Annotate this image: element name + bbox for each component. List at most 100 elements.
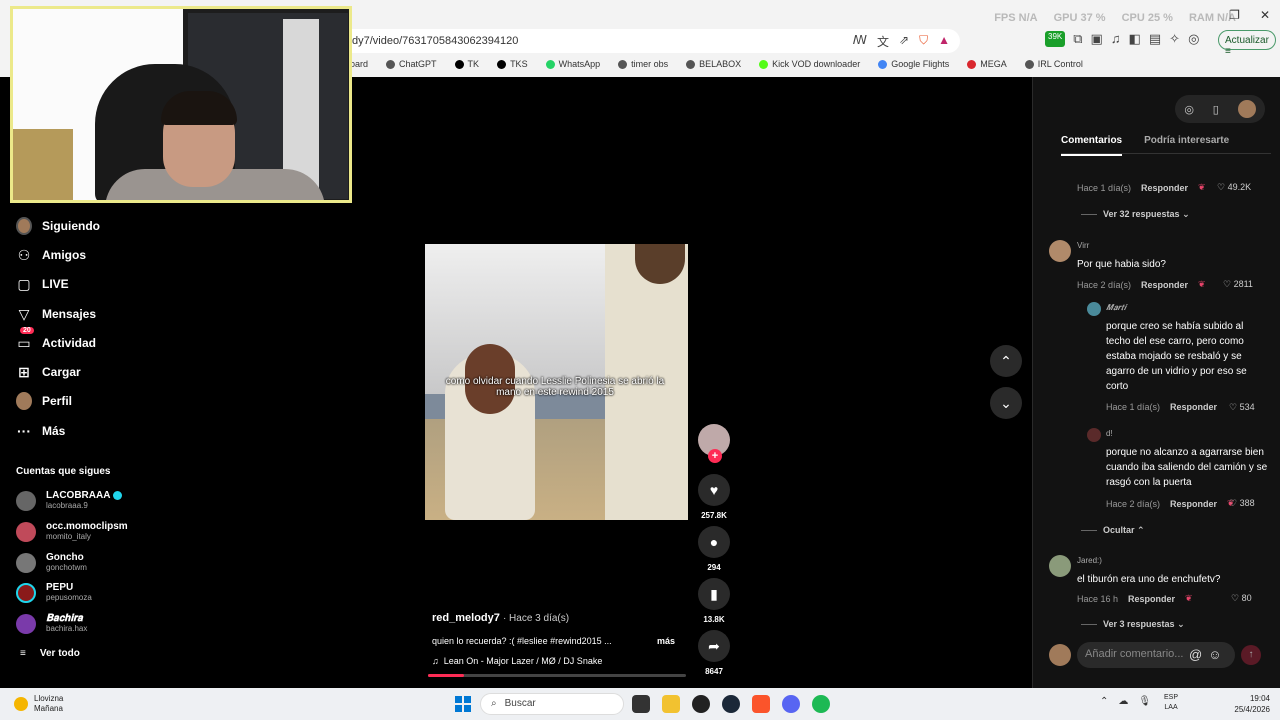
followed-account[interactable]: occ.momoclipsm momito_italy bbox=[16, 521, 128, 542]
avatar[interactable] bbox=[1087, 428, 1101, 442]
mic-icon[interactable]: 🎙 bbox=[1138, 696, 1151, 707]
bookmark[interactable]: BELABOX bbox=[686, 56, 741, 72]
close-icon[interactable]: ✕ bbox=[1260, 8, 1270, 22]
obs-icon[interactable] bbox=[692, 695, 710, 713]
bookmark[interactable]: WhatsApp bbox=[545, 56, 600, 72]
bookmark[interactable]: TK bbox=[454, 56, 479, 72]
next-video-button[interactable]: ⌄ bbox=[990, 387, 1022, 419]
followed-account[interactable]: PEPU pepusomoza bbox=[16, 582, 92, 603]
previous-video-button[interactable]: ⌃ bbox=[990, 345, 1022, 377]
sidebar-item-profile[interactable]: Perfil bbox=[16, 392, 72, 410]
bookmark[interactable]: Kick VOD downloader bbox=[759, 56, 860, 72]
puzzle-icon[interactable]: ⧉ bbox=[1073, 31, 1082, 47]
view-replies-button[interactable]: Ver 32 respuestas ⌄ bbox=[1081, 209, 1190, 220]
share-icon[interactable]: ⇗ bbox=[899, 33, 909, 50]
more-button[interactable]: más bbox=[657, 636, 675, 646]
steam-icon[interactable] bbox=[722, 695, 740, 713]
perf-stats: FPS N/A GPU 37 % CPU 25 % RAM N/A bbox=[994, 12, 1236, 24]
rewards-icon[interactable]: ▲ bbox=[938, 33, 950, 50]
comment-like-button[interactable]: ♡ 388 bbox=[1229, 498, 1255, 509]
bookmark[interactable]: Google Flights bbox=[878, 56, 949, 72]
panel-top-buttons: ◎ ▯ bbox=[1175, 95, 1265, 123]
sidebar-item-messages[interactable]: ▽ Mensajes bbox=[16, 306, 96, 322]
windows-start-icon[interactable] bbox=[455, 696, 471, 712]
bookmark[interactable]: IRL Control bbox=[1024, 56, 1083, 72]
reply-button[interactable]: Responder bbox=[1128, 594, 1175, 604]
extension-badge[interactable]: 39K bbox=[1045, 31, 1066, 47]
avatar[interactable] bbox=[1087, 302, 1101, 316]
tray-chevron-icon[interactable]: ⌃ bbox=[1100, 696, 1108, 707]
window-controls: ❐ ✕ bbox=[1229, 8, 1270, 22]
followed-account[interactable]: Goncho gonchotwm bbox=[16, 552, 87, 573]
brave-shield-icon[interactable]: ⛉ bbox=[919, 33, 928, 50]
reply-button[interactable]: Responder bbox=[1141, 183, 1188, 193]
weather-widget[interactable]: Llovizna Mañana bbox=[14, 694, 63, 714]
file-explorer-icon[interactable] bbox=[662, 695, 680, 713]
comment-user[interactable]: 𝑴𝒂𝒓𝒕𝒊 bbox=[1106, 303, 1126, 313]
brave-icon[interactable] bbox=[752, 695, 770, 713]
emoji-icon[interactable]: ☺ bbox=[1208, 647, 1221, 662]
comment-button[interactable]: ● bbox=[698, 526, 730, 558]
reader-icon[interactable]: ꟿ bbox=[853, 33, 867, 50]
spotify-icon[interactable] bbox=[812, 695, 830, 713]
chevron-up-icon: ⌃ bbox=[1000, 352, 1012, 369]
comment-like-button[interactable]: ♡ 2811 bbox=[1223, 279, 1253, 290]
window-icon[interactable]: ▣ bbox=[1091, 31, 1103, 47]
sidebar-item-activity[interactable]: ▭ 20 Actividad bbox=[16, 327, 96, 351]
task-view-icon[interactable] bbox=[632, 695, 650, 713]
reply-button[interactable]: Responder bbox=[1170, 499, 1217, 509]
comment-like-button[interactable]: ♡ 49.2K bbox=[1217, 182, 1251, 193]
network-icon[interactable]: ☁ bbox=[1118, 696, 1128, 707]
like-button[interactable]: ♥ bbox=[698, 474, 730, 506]
comment-like-button[interactable]: ♡ 534 bbox=[1229, 402, 1255, 413]
comment-user[interactable]: Jared:) bbox=[1077, 556, 1102, 565]
reply-button[interactable]: Responder bbox=[1170, 402, 1217, 412]
follow-plus-icon[interactable]: + bbox=[708, 449, 722, 463]
music-icon[interactable]: ♫ bbox=[1111, 31, 1121, 47]
user-avatar[interactable] bbox=[1237, 100, 1256, 118]
view-replies-button[interactable]: Ver 3 respuestas ⌄ bbox=[1081, 619, 1185, 630]
avatar[interactable] bbox=[1049, 555, 1071, 577]
mention-icon[interactable]: @ bbox=[1189, 647, 1202, 662]
restore-icon[interactable]: ❐ bbox=[1229, 8, 1240, 22]
sidebar-item-live[interactable]: ▢ LIVE bbox=[16, 276, 68, 292]
see-all-link[interactable]: ≡ Ver todo bbox=[20, 648, 80, 659]
share-arrow-icon: ➦ bbox=[708, 637, 720, 654]
video-author[interactable]: red_melody7 bbox=[432, 612, 500, 624]
tabs-icon[interactable]: ▤ bbox=[1149, 31, 1161, 47]
save-button[interactable]: ▮ bbox=[698, 578, 730, 610]
reply-button[interactable]: Responder bbox=[1141, 280, 1188, 290]
followed-account[interactable]: LACOBRAAA lacobraaa.9 bbox=[16, 490, 122, 511]
comment-like-button[interactable]: ♡ 80 bbox=[1231, 593, 1252, 604]
comment-user[interactable]: d! bbox=[1106, 429, 1113, 438]
translate-icon[interactable]: 文 bbox=[877, 33, 889, 50]
vpn-icon[interactable]: ◎ bbox=[1188, 31, 1199, 47]
followed-account[interactable]: 𝐁𝐚𝐜𝐡𝐢𝐫𝐚 bachira.hax bbox=[16, 613, 87, 634]
hide-replies-button[interactable]: Ocultar ⌃ bbox=[1081, 525, 1145, 536]
language-indicator[interactable]: ESP LAA bbox=[1164, 693, 1178, 713]
bookmark[interactable]: timer obs bbox=[618, 56, 668, 72]
taskbar-search[interactable]: ⌕ Buscar bbox=[480, 693, 624, 715]
sidebar-icon[interactable]: ◧ bbox=[1129, 31, 1141, 47]
video-player[interactable]: como olvidar cuando Lesslie Polinesia se… bbox=[425, 244, 688, 520]
share-button[interactable]: ➦ bbox=[698, 630, 730, 662]
ai-icon[interactable]: ✧ bbox=[1169, 31, 1180, 47]
sidebar-item-friends[interactable]: ⚇ Amigos bbox=[16, 247, 86, 263]
address-bar[interactable]: dy7/video/7631705843062394120 ꟿ 文 ⇗ ⛉ ▲ bbox=[340, 29, 960, 53]
sidebar-item-following[interactable]: Siguiendo bbox=[16, 217, 100, 235]
sidebar-item-upload[interactable]: ⊞ Cargar bbox=[16, 364, 81, 380]
discord-icon[interactable] bbox=[782, 695, 800, 713]
avatar[interactable] bbox=[1049, 240, 1071, 262]
comment-user[interactable]: Virr bbox=[1077, 241, 1089, 250]
send-comment-button[interactable]: ↑ bbox=[1241, 645, 1261, 665]
bookmark[interactable]: TKS bbox=[497, 56, 528, 72]
sidebar-item-more[interactable]: ··· Más bbox=[16, 423, 65, 439]
update-button[interactable]: Actualizar ≡ bbox=[1218, 30, 1276, 57]
clock[interactable]: 19:04 25/4/2026 bbox=[1228, 693, 1270, 715]
bookmark[interactable]: ChatGPT bbox=[386, 56, 437, 72]
bookmark[interactable]: MEGA bbox=[967, 56, 1007, 72]
video-progress-bar[interactable] bbox=[428, 674, 686, 677]
video-music[interactable]: ♫ Lean On - Major Lazer / MØ / DJ Snake bbox=[432, 656, 602, 666]
compass-icon[interactable]: ◎ bbox=[1184, 103, 1194, 116]
device-icon[interactable]: ▯ bbox=[1213, 103, 1219, 116]
